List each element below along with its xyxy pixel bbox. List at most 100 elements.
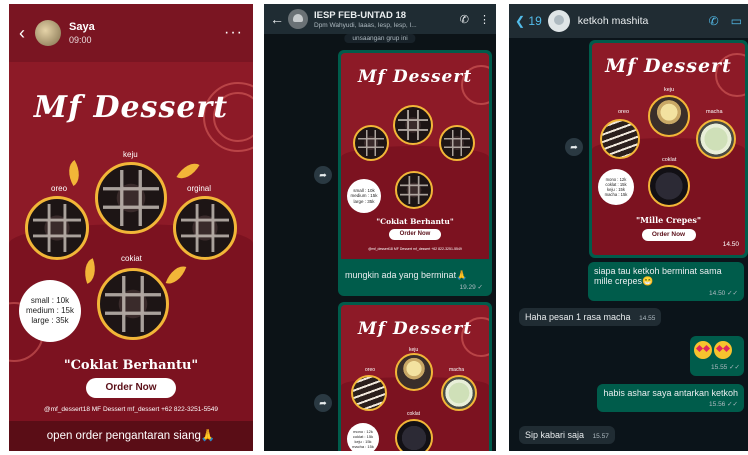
flavor-image-keju: [393, 105, 433, 145]
system-message: unsaangan grup ini: [344, 34, 416, 43]
product-title: "Coklat Berhantu": [376, 217, 454, 226]
flavor-image-coklat: [395, 419, 433, 451]
message-in[interactable]: Haha pesan 1 rasa macha 14.55: [519, 308, 662, 326]
flavor-label-oreo: oreo: [51, 184, 68, 193]
back-button[interactable]: ❮ 19: [515, 14, 542, 28]
price-list: small : 10k medium : 15k large : 35k: [19, 280, 81, 342]
message-time: 14.50 ✓✓: [709, 290, 738, 297]
image-time: 14.50: [722, 241, 739, 248]
flavor-label-macha: macha: [706, 109, 723, 115]
price-macha: macha : 15k: [352, 444, 374, 449]
more-options-icon[interactable]: ···: [224, 24, 243, 42]
price-macha: macha : 15k: [604, 192, 628, 198]
forward-icon[interactable]: ➦: [565, 138, 583, 156]
message-time: 14.55: [639, 315, 656, 322]
chat-header: ❮ 19 ketkoh mashita ✆ ▭: [509, 4, 748, 38]
poster-socials: @mf_dessert18 MF Dessert mf_dessert +62 …: [43, 406, 219, 413]
back-arrow-icon[interactable]: ‹: [19, 23, 25, 44]
order-now-button: Order Now: [641, 229, 696, 241]
flavor-label-keju: keju: [123, 150, 138, 159]
poster-brand: Mf Dessert: [605, 55, 732, 77]
message-time: 15.56 ✓✓: [709, 401, 738, 408]
flavor-image-original: [439, 125, 475, 161]
order-now-button: Order Now: [389, 229, 441, 240]
poster-mille-crepes: Mf Dessert keju oreo macha coklat mono :…: [592, 43, 745, 255]
poster-coklat-berhantu: Mf Dessert small : 10k medium : 15k larg…: [341, 53, 489, 259]
avatar[interactable]: [35, 20, 61, 46]
flavor-label-keju: keju: [664, 87, 675, 93]
status-owner-name: Saya: [69, 21, 95, 33]
price-list: mono : 12k coklat : 15k keju : 15k macha…: [347, 423, 379, 451]
group-members: Dpm Wahyudi, Iaaas, Iesp, Iesp, I...: [314, 21, 417, 29]
poster-coklat-berhantu: Mf Dessert keju oreo orginal cokiat smal…: [9, 62, 253, 422]
status-header: ‹ Saya 09:00 ···: [9, 4, 253, 62]
call-add-icon[interactable]: ✆: [460, 13, 469, 26]
group-title[interactable]: IESP FEB-UNTAD 18: [314, 10, 417, 21]
flavor-image-macha: [696, 119, 736, 159]
flavor-label-coklat: coklat: [407, 411, 421, 417]
flavor-image-macha: [441, 375, 477, 411]
status-time: 09:00: [69, 35, 92, 45]
image-message[interactable]: Mf Dessert keju oreo macha coklat mono :…: [338, 302, 492, 451]
flavor-label-coklat: coklat: [662, 157, 677, 163]
product-title: "Coklat Berhantu": [63, 358, 199, 373]
flavor-label-coklat: cokiat: [121, 254, 142, 263]
group-avatar-icon[interactable]: [288, 9, 308, 29]
flavor-label-oreo: oreo: [618, 109, 630, 115]
unread-count: 19: [528, 14, 542, 28]
video-call-icon[interactable]: ▭: [731, 14, 742, 28]
message-out[interactable]: habis ashar saya antarkan ketkoh 15.56 ✓…: [597, 384, 744, 412]
message-text: Haha pesan 1 rasa macha: [525, 312, 631, 322]
forward-icon[interactable]: ➦: [314, 166, 332, 184]
image-message[interactable]: Mf Dessert small : 10k medium : 15k larg…: [338, 50, 492, 296]
flavor-image-coklat: [395, 171, 433, 209]
message-time: 15.57: [592, 433, 609, 440]
poster-brand: Mf Dessert: [357, 319, 473, 339]
price-list: small : 10k medium : 15k large : 35k: [347, 179, 381, 213]
flavor-image-oreo: [600, 119, 640, 159]
screenshot-collage: ‹ Saya 09:00 ··· Mf Dessert keju oreo or…: [0, 0, 748, 455]
group-chat-panel: ← IESP FEB-UNTAD 18 Dpm Wahyudi, Iaaas, …: [264, 4, 496, 451]
flavor-image-oreo: [353, 125, 389, 161]
message-caption: mungkin ada yang berminat🙏: [345, 270, 468, 280]
heart-eyes-emoji-icon: [714, 341, 732, 359]
forward-icon[interactable]: ➦: [314, 394, 332, 412]
flavor-image-coklat: [648, 165, 690, 207]
flavor-image-oreo: [351, 375, 387, 411]
flavor-image-oreo: [25, 196, 89, 260]
contact-name[interactable]: ketkoh mashita: [578, 15, 649, 27]
price-large: large : 35k: [31, 316, 69, 325]
flavor-image-keju: [648, 95, 690, 137]
voice-call-icon[interactable]: ✆: [709, 14, 719, 28]
flavor-image-keju: [395, 353, 433, 391]
price-small: small : 10k: [30, 296, 70, 305]
leaf-decoration-icon: [176, 157, 200, 185]
message-time: 19.29 ✓: [459, 284, 483, 291]
flavor-image-keju: [95, 162, 167, 234]
flavor-label-macha: macha: [449, 367, 465, 373]
poster-mille-crepes: Mf Dessert keju oreo macha coklat mono :…: [341, 305, 489, 451]
order-now-button: Order Now: [86, 378, 176, 398]
heart-eyes-emoji-icon: [694, 341, 712, 359]
price-large: large : 35k: [353, 198, 375, 204]
message-in[interactable]: Sip kabari saja 15.57: [519, 426, 615, 444]
message-text: Sip kabari saja: [525, 430, 585, 440]
flavor-image-original: [173, 196, 237, 260]
message-time: 15.55 ✓✓: [711, 364, 740, 371]
price-list: mono : 12k coklat : 15k keju : 15k macha…: [598, 169, 634, 205]
flavor-image-coklat: [97, 268, 169, 340]
leaf-decoration-icon: [62, 159, 86, 187]
menu-icon[interactable]: ⋮: [479, 13, 490, 26]
message-out-emoji[interactable]: 15.55 ✓✓: [690, 336, 744, 376]
back-arrow-icon[interactable]: ←: [270, 11, 284, 27]
flavor-label-original: orginal: [187, 184, 212, 193]
message-text: siapa tau ketkoh berminat sama mille cre…: [594, 266, 722, 286]
image-message[interactable]: Mf Dessert keju oreo macha coklat mono :…: [589, 40, 748, 258]
price-medium: medium : 15k: [25, 306, 75, 315]
message-out[interactable]: siapa tau ketkoh berminat sama mille cre…: [588, 262, 744, 301]
poster-brand: Mf Dessert: [33, 90, 229, 125]
private-chat-panel: ❮ 19 ketkoh mashita ✆ ▭ ➦ Mf Dessert kej…: [509, 4, 748, 451]
contact-avatar[interactable]: [547, 10, 570, 32]
message-text: habis ashar saya antarkan ketkoh: [603, 388, 738, 398]
group-chat-header: ← IESP FEB-UNTAD 18 Dpm Wahyudi, Iaaas, …: [264, 4, 496, 34]
